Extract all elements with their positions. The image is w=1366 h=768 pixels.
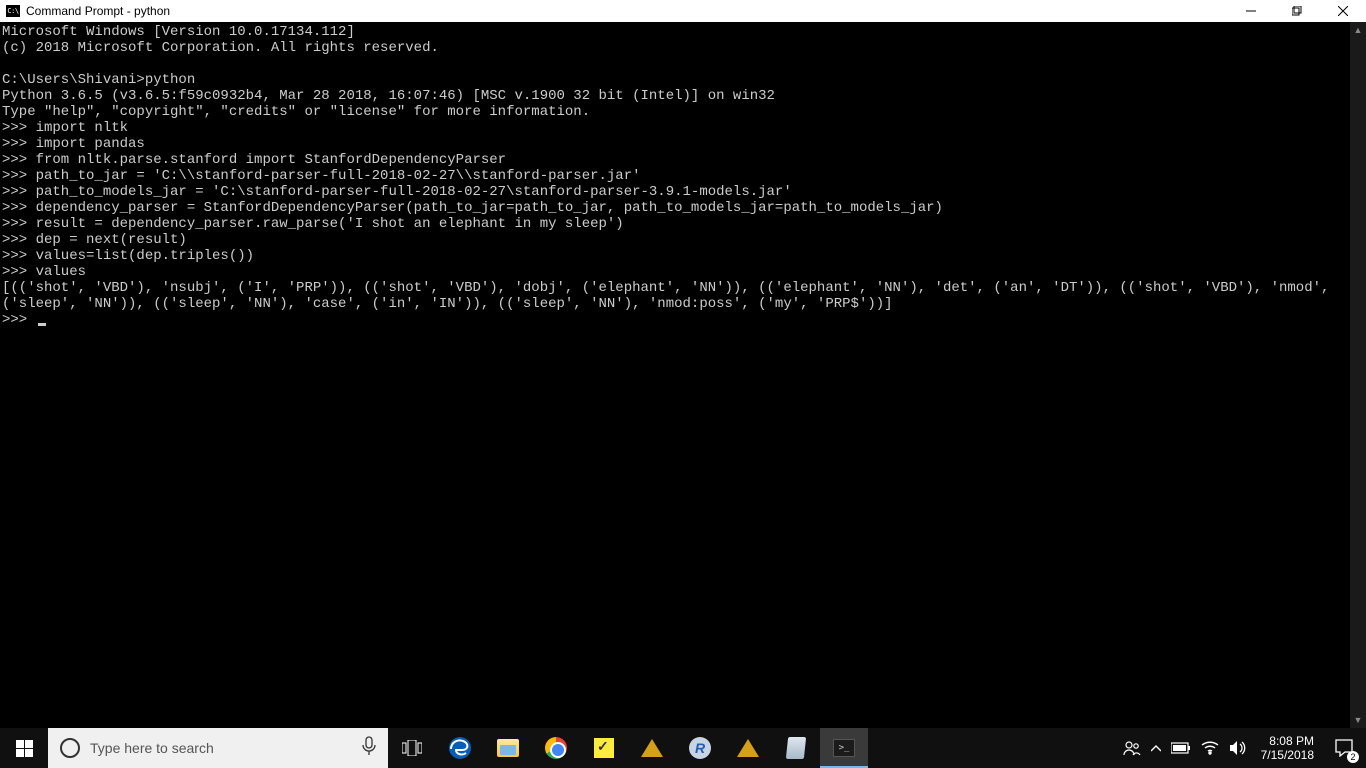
action-center-button[interactable]: 2 — [1322, 728, 1366, 768]
taskbar-app-triangle-2[interactable] — [724, 728, 772, 768]
search-placeholder: Type here to search — [90, 740, 362, 756]
command-prompt-icon: >_ — [833, 739, 855, 757]
scroll-down-arrow[interactable]: ▼ — [1350, 712, 1366, 728]
volume-icon[interactable] — [1229, 740, 1247, 756]
taskbar-app-chrome[interactable] — [532, 728, 580, 768]
clock-date: 7/15/2018 — [1261, 748, 1314, 762]
repl-prompt: >>> — [2, 312, 36, 328]
tray-overflow-icon[interactable] — [1151, 745, 1161, 752]
file-explorer-icon — [497, 739, 519, 757]
people-icon[interactable] — [1123, 739, 1141, 757]
chrome-icon — [545, 737, 567, 759]
taskbar-app-notepad[interactable] — [772, 728, 820, 768]
scrollbar-track[interactable] — [1350, 38, 1366, 712]
triangle-icon — [641, 739, 663, 757]
start-button[interactable] — [0, 728, 48, 768]
wifi-icon[interactable] — [1201, 741, 1219, 755]
clock-time: 8:08 PM — [1269, 734, 1314, 748]
triangle-icon — [737, 739, 759, 757]
text-cursor — [38, 323, 46, 326]
command-prompt-window: C:\ Command Prompt - python Microsoft Wi… — [0, 0, 1366, 728]
notepad-icon — [786, 737, 806, 759]
r-project-icon: R — [689, 737, 711, 759]
battery-icon[interactable] — [1171, 742, 1191, 754]
console-text-area[interactable]: Microsoft Windows [Version 10.0.17134.11… — [0, 22, 1350, 728]
task-view-icon — [402, 740, 422, 756]
microphone-icon[interactable] — [362, 736, 376, 761]
taskbar-clock[interactable]: 8:08 PM 7/15/2018 — [1253, 728, 1322, 768]
window-controls — [1228, 0, 1366, 22]
cmd-app-icon: C:\ — [6, 5, 20, 17]
taskbar-app-triangle-1[interactable] — [628, 728, 676, 768]
scroll-up-arrow[interactable]: ▲ — [1350, 22, 1366, 38]
console-body: Microsoft Windows [Version 10.0.17134.11… — [0, 22, 1366, 728]
notification-badge: 2 — [1347, 751, 1359, 763]
minimize-button[interactable] — [1228, 0, 1274, 22]
close-button[interactable] — [1320, 0, 1366, 22]
window-title: Command Prompt - python — [26, 4, 1228, 18]
taskbar-search[interactable]: Type here to search — [48, 728, 388, 768]
vertical-scrollbar[interactable]: ▲ ▼ — [1350, 22, 1366, 728]
windows-logo-icon — [16, 740, 33, 757]
titlebar[interactable]: C:\ Command Prompt - python — [0, 0, 1366, 22]
taskbar-app-edge[interactable] — [436, 728, 484, 768]
maximize-button[interactable] — [1274, 0, 1320, 22]
taskbar-app-cmd[interactable]: >_ — [820, 728, 868, 768]
taskbar-app-r[interactable]: R — [676, 728, 724, 768]
system-tray — [1117, 728, 1253, 768]
taskbar-spacer — [868, 728, 1117, 768]
windows-taskbar: Type here to search R >_ 8:08 PM 7/15/20… — [0, 728, 1366, 768]
taskbar-app-sticky-notes[interactable] — [580, 728, 628, 768]
cortana-icon — [60, 738, 80, 758]
sticky-notes-icon — [594, 738, 614, 758]
edge-icon — [448, 736, 472, 760]
taskbar-app-explorer[interactable] — [484, 728, 532, 768]
task-view-button[interactable] — [388, 728, 436, 768]
